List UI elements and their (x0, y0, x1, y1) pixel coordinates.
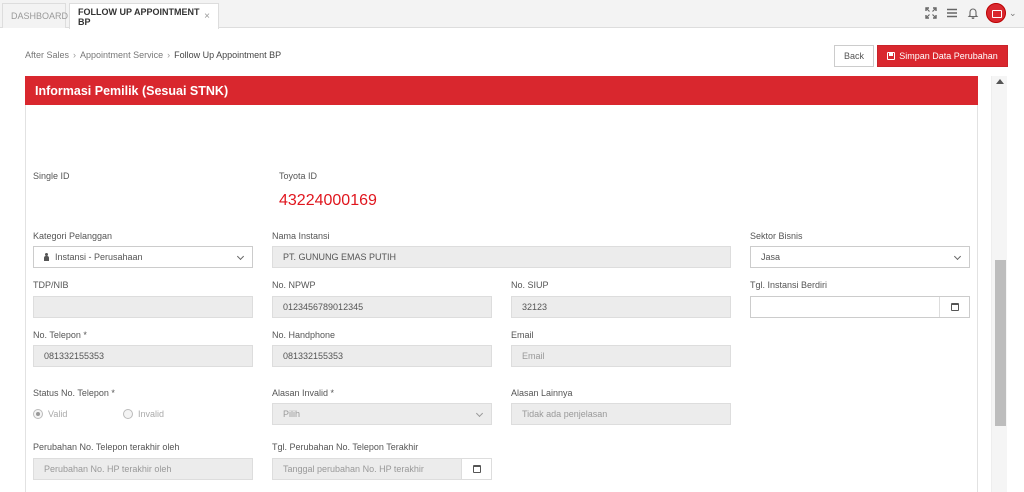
save-icon (887, 52, 896, 60)
tab-follow-up-label: FOLLOW UP APPOINTMENT BP (78, 6, 200, 27)
panel-title: Informasi Pemilik (Sesuai STNK) (25, 76, 978, 105)
status-no-telepon-label: Status No. Telepon * (33, 388, 115, 398)
user-avatar-icon[interactable] (986, 3, 1006, 23)
scroll-up-icon[interactable] (996, 79, 1004, 84)
calendar-icon (472, 465, 481, 473)
alasan-lainnya-label: Alasan Lainnya (511, 388, 573, 398)
expand-icon[interactable] (924, 7, 938, 21)
tgl-instansi-berdiri-label: Tgl. Instansi Berdiri (750, 280, 828, 290)
back-button[interactable]: Back (834, 45, 874, 67)
email-field[interactable]: Email (511, 345, 731, 367)
radio-valid-dot[interactable] (33, 409, 43, 419)
no-telepon-field[interactable]: 081332155353 (33, 345, 253, 367)
toyota-id-label: Toyota ID (279, 171, 318, 181)
chevron-down-icon[interactable]: ⌄ (1009, 8, 1017, 19)
no-siup-value: 32123 (522, 302, 548, 312)
owner-info-panel (25, 76, 978, 492)
no-siup-field[interactable]: 32123 (511, 296, 731, 318)
breadcrumb-current: Follow Up Appointment BP (174, 50, 282, 60)
kategori-pelanggan-label: Kategori Pelanggan (33, 231, 113, 241)
no-npwp-value: 0123456789012345 (283, 302, 364, 312)
sektor-bisnis-select[interactable]: Jasa (750, 246, 970, 268)
no-handphone-value: 081332155353 (283, 351, 344, 361)
alasan-invalid-select[interactable]: Pilih (272, 403, 492, 425)
tgl-perubahan-field[interactable]: Tanggal perubahan No. HP terakhir (272, 458, 492, 480)
breadcrumb-appointment-service[interactable]: Appointment Service (80, 50, 163, 60)
tgl-perubahan-label: Tgl. Perubahan No. Telepon Terakhir (272, 442, 419, 452)
perubahan-oleh-label: Perubahan No. Telepon terakhir oleh (33, 442, 180, 452)
radio-valid[interactable]: Valid (33, 409, 67, 419)
kategori-pelanggan-select[interactable]: Instansi - Perusahaan (33, 246, 253, 268)
single-id-label: Single ID (33, 171, 70, 181)
toyota-id-value: 43224000169 (279, 192, 377, 209)
person-icon (44, 253, 49, 261)
no-handphone-field[interactable]: 081332155353 (272, 345, 492, 367)
tgl-perubahan-placeholder: Tanggal perubahan No. HP terakhir (283, 464, 424, 474)
chevron-down-icon (475, 409, 484, 418)
tgl-instansi-berdiri-field[interactable] (750, 296, 970, 318)
radio-valid-label: Valid (48, 409, 68, 419)
tab-follow-up-appointment-bp[interactable]: FOLLOW UP APPOINTMENT BP × (69, 3, 219, 29)
tdp-nib-label: TDP/NIB (33, 280, 69, 290)
nama-instansi-value: PT. GUNUNG EMAS PUTIH (283, 252, 397, 262)
kategori-pelanggan-value: Instansi - Perusahaan (55, 252, 143, 262)
calendar-button[interactable] (461, 459, 491, 479)
calendar-icon (950, 303, 959, 311)
alasan-invalid-placeholder: Pilih (283, 409, 301, 419)
no-npwp-label: No. NPWP (272, 280, 316, 290)
no-siup-label: No. SIUP (511, 280, 549, 290)
email-placeholder: Email (522, 351, 545, 361)
close-tab-icon[interactable]: × (204, 11, 210, 22)
perubahan-oleh-placeholder: Perubahan No. HP terakhir oleh (44, 464, 172, 474)
radio-invalid[interactable]: Invalid (123, 409, 164, 419)
no-npwp-field[interactable]: 0123456789012345 (272, 296, 492, 318)
calendar-button[interactable] (939, 297, 969, 317)
radio-invalid-dot[interactable] (123, 409, 133, 419)
chevron-down-icon (953, 252, 962, 261)
alasan-lainnya-field[interactable]: Tidak ada penjelasan (511, 403, 731, 425)
radio-invalid-label: Invalid (138, 409, 165, 419)
nama-instansi-field[interactable]: PT. GUNUNG EMAS PUTIH (272, 246, 731, 268)
tdp-nib-field[interactable] (33, 296, 253, 318)
alasan-lainnya-placeholder: Tidak ada penjelasan (522, 409, 608, 419)
breadcrumb: After Sales › Appointment Service › Follow U… (25, 50, 281, 60)
bell-icon[interactable] (966, 7, 980, 21)
menu-icon[interactable] (945, 7, 959, 21)
no-telepon-label: No. Telepon * (33, 330, 87, 340)
sektor-bisnis-label: Sektor Bisnis (750, 231, 803, 241)
no-telepon-value: 081332155353 (44, 351, 105, 361)
no-handphone-label: No. Handphone (272, 330, 336, 340)
breadcrumb-separator: › (73, 50, 77, 60)
breadcrumb-after-sales[interactable]: After Sales (25, 50, 69, 60)
save-changes-label: Simpan Data Perubahan (899, 51, 998, 61)
chevron-down-icon (236, 252, 245, 261)
perubahan-oleh-field[interactable]: Perubahan No. HP terakhir oleh (33, 458, 253, 480)
top-tab-bar: DASHBOARD FOLLOW UP APPOINTMENT BP × ⌄ (0, 0, 1024, 29)
breadcrumb-separator: › (167, 50, 171, 60)
alasan-invalid-label: Alasan Invalid * (272, 388, 335, 398)
tab-dashboard[interactable]: DASHBOARD (2, 3, 69, 28)
scrollbar[interactable] (991, 76, 1007, 492)
tab-dashboard-label: DASHBOARD (11, 11, 69, 21)
scroll-thumb[interactable] (995, 260, 1006, 426)
sektor-bisnis-value: Jasa (761, 252, 781, 262)
nama-instansi-label: Nama Instansi (272, 231, 330, 241)
email-label: Email (511, 330, 534, 340)
save-changes-button[interactable]: Simpan Data Perubahan (877, 45, 1008, 67)
